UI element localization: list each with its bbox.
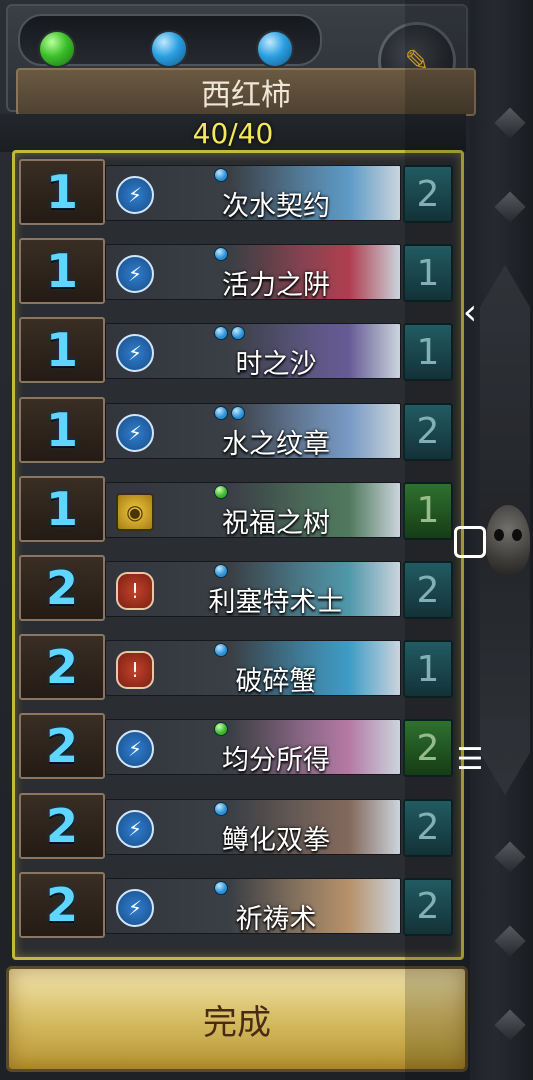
card-row[interactable]: 2 ⚡ 均分所得 2 — [19, 711, 453, 780]
card-bar: ⚡ 次水契约 — [105, 165, 401, 221]
square-icon[interactable] — [450, 520, 490, 558]
done-button[interactable]: 完成 — [6, 966, 468, 1072]
card-name: 鳟化双拳 — [222, 824, 330, 855]
card-row[interactable]: 2 ⚡ 祈祷术 2 — [19, 870, 453, 938]
blue-dot-icon — [214, 564, 228, 578]
blue-dot-icon — [214, 405, 228, 420]
card-bar: ⚡ 鳟化双拳 — [105, 798, 401, 855]
card-row[interactable]: 1 ⚡ 水之纹章 2 — [19, 395, 453, 463]
card-name: 均分所得 — [222, 745, 330, 776]
card-cost: 1 — [45, 402, 78, 457]
card-list: 1 ⚡ 次水契约 2 1 ⚡ 活力之阱 1 1 ⚡ 时之沙 1 1 ⚡ 水之纹章… — [12, 150, 464, 960]
mana-dots — [214, 643, 228, 658]
blue-dot-icon — [214, 643, 228, 658]
chevron-left-icon[interactable]: ‹ — [450, 292, 490, 333]
card-name: 活力之阱 — [222, 270, 330, 301]
cost-box: 1 — [19, 317, 105, 384]
blue-dot-icon — [214, 880, 228, 895]
card-bar: ◉ 祝福之树 — [105, 481, 401, 538]
cost-box: 1 — [19, 238, 105, 305]
card-cost: 1 — [45, 481, 78, 536]
mana-dots — [214, 247, 228, 262]
card-row[interactable]: 2 ! 破碎蟹 1 — [19, 632, 453, 701]
card-cost: 1 — [45, 165, 78, 219]
mana-dots — [214, 722, 228, 737]
card-bar: ! 利塞特术士 — [105, 561, 401, 617]
blue-gem-icon — [150, 30, 188, 68]
green-dot-icon — [214, 722, 228, 737]
card-bar: ⚡ 均分所得 — [105, 719, 401, 776]
cost-box: 2 — [19, 634, 105, 701]
card-row[interactable]: 2 ⚡ 鳟化双拳 2 — [19, 791, 453, 859]
card-cost: 1 — [45, 323, 78, 378]
card-row[interactable]: 2 ! 利塞特术士 2 — [19, 553, 453, 621]
card-cost: 2 — [45, 719, 78, 774]
card-row[interactable]: 1 ⚡ 时之沙 1 — [19, 315, 453, 384]
blue-dot-icon — [231, 326, 245, 341]
card-name: 利塞特术士 — [208, 587, 344, 617]
mana-dots — [214, 484, 228, 499]
deck-count: 40/40 — [0, 114, 466, 152]
mana-bar — [18, 14, 322, 68]
card-name: 次水契约 — [222, 191, 330, 221]
mana-dots — [214, 405, 245, 420]
card-name: 破碎蟹 — [235, 666, 317, 697]
menu-icon[interactable]: ☰ — [450, 742, 490, 777]
blue-dot-icon — [231, 405, 245, 420]
blue-dot-icon — [214, 326, 228, 341]
mana-dots — [214, 326, 245, 341]
cost-box: 1 — [19, 475, 105, 542]
card-name: 时之沙 — [235, 349, 317, 380]
card-bar: ! 破碎蟹 — [105, 640, 401, 697]
card-bar: ⚡ 时之沙 — [105, 323, 401, 380]
card-bar: ⚡ 祈祷术 — [105, 877, 401, 934]
cost-box: 1 — [19, 396, 105, 463]
green-gem-icon — [38, 30, 76, 68]
card-name: 祝福之树 — [222, 507, 330, 538]
card-cost: 2 — [45, 561, 78, 615]
cost-box: 2 — [19, 871, 105, 938]
card-row[interactable]: 1 ⚡ 次水契约 2 — [19, 157, 453, 225]
blue-gem-icon — [256, 30, 294, 68]
green-dot-icon — [214, 484, 228, 499]
cost-box: 1 — [19, 159, 105, 225]
mana-dots — [214, 880, 228, 895]
cost-box: 2 — [19, 792, 105, 859]
mana-dots — [214, 168, 228, 182]
blue-dot-icon — [214, 168, 228, 182]
card-bar: ⚡ 活力之阱 — [105, 244, 401, 301]
card-cost: 2 — [45, 798, 78, 853]
blue-dot-icon — [214, 247, 228, 262]
card-row[interactable]: 1 ◉ 祝福之树 1 — [19, 474, 453, 542]
mana-dots — [214, 564, 228, 578]
blue-dot-icon — [214, 801, 228, 816]
mana-dots — [214, 801, 228, 816]
card-cost: 2 — [45, 877, 78, 932]
card-cost: 2 — [45, 640, 78, 695]
cost-box: 2 — [19, 713, 105, 780]
card-row[interactable]: 1 ⚡ 活力之阱 1 — [19, 236, 453, 305]
card-cost: 1 — [45, 244, 78, 299]
card-name: 水之纹章 — [222, 428, 330, 459]
deck-header: ✎ 西红柿 — [6, 4, 476, 116]
card-bar: ⚡ 水之纹章 — [105, 402, 401, 459]
cost-box: 2 — [19, 555, 105, 621]
card-name: 祈祷术 — [235, 903, 317, 934]
